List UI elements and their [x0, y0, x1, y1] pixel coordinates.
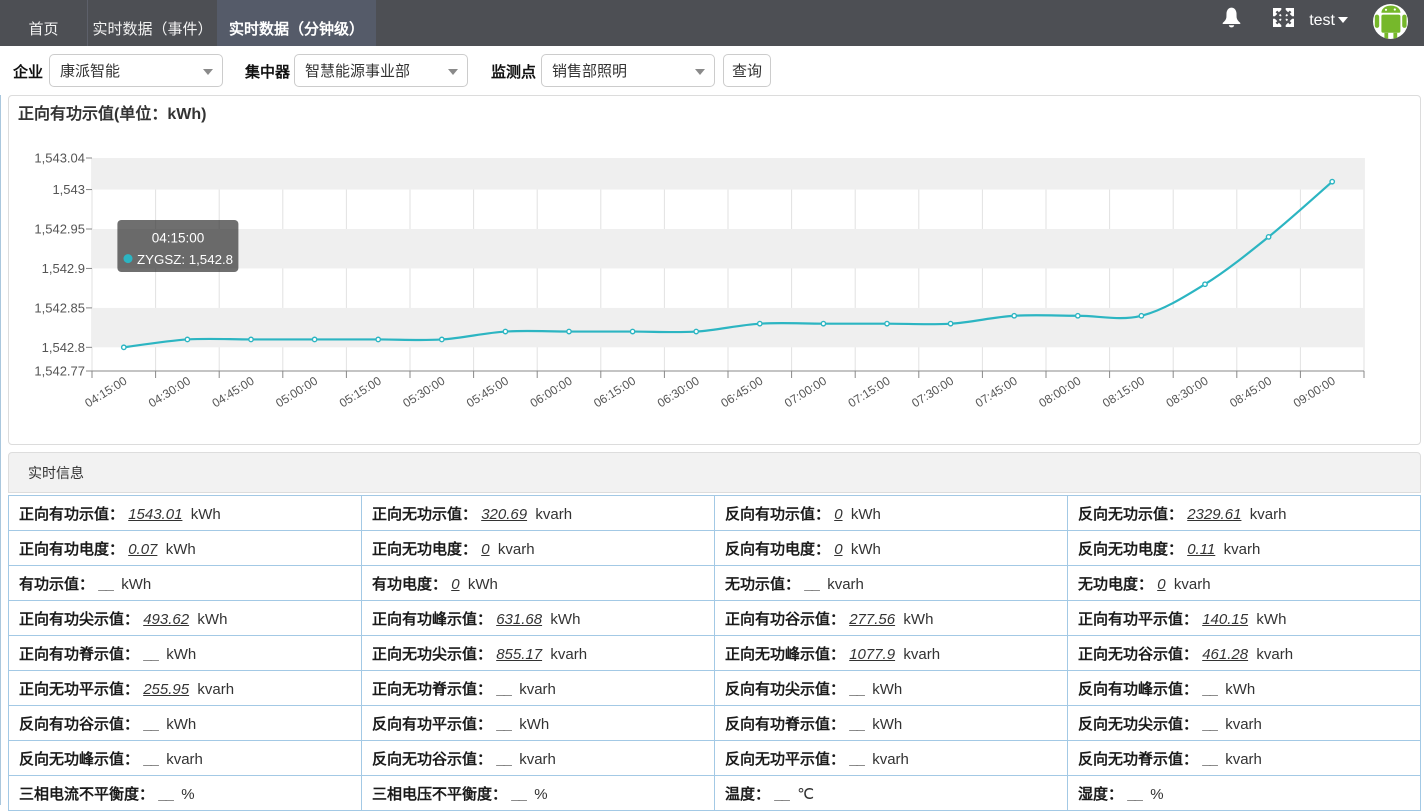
svg-text:07:00:00: 07:00:00	[782, 374, 829, 411]
svg-text:ZYGSZ: 1,542.8: ZYGSZ: 1,542.8	[137, 252, 233, 267]
svg-text:06:45:00: 06:45:00	[718, 374, 765, 411]
svg-text:1,543.04: 1,543.04	[34, 151, 85, 166]
svg-text:1,543: 1,543	[52, 182, 85, 197]
svg-text:08:15:00: 08:15:00	[1100, 374, 1147, 411]
svg-text:06:00:00: 06:00:00	[528, 374, 575, 411]
svg-text:09:00:00: 09:00:00	[1291, 374, 1338, 411]
svg-text:07:15:00: 07:15:00	[846, 374, 893, 411]
svg-text:04:30:00: 04:30:00	[146, 374, 193, 411]
svg-text:1,542.85: 1,542.85	[34, 300, 85, 315]
svg-text:05:15:00: 05:15:00	[337, 374, 384, 411]
svg-text:08:30:00: 08:30:00	[1164, 374, 1211, 411]
svg-text:05:30:00: 05:30:00	[400, 374, 447, 411]
svg-text:08:00:00: 08:00:00	[1036, 374, 1083, 411]
svg-text:07:30:00: 07:30:00	[909, 374, 956, 411]
svg-text:05:00:00: 05:00:00	[273, 374, 320, 411]
svg-text:06:15:00: 06:15:00	[591, 374, 638, 411]
svg-text:06:30:00: 06:30:00	[655, 374, 702, 411]
svg-text:05:45:00: 05:45:00	[464, 374, 511, 411]
svg-text:1,542.77: 1,542.77	[34, 364, 85, 379]
svg-text:1,542.9: 1,542.9	[42, 261, 85, 276]
svg-text:04:15:00: 04:15:00	[152, 231, 205, 246]
svg-text:04:45:00: 04:45:00	[210, 374, 257, 411]
svg-text:08:45:00: 08:45:00	[1227, 374, 1274, 411]
svg-text:1,542.95: 1,542.95	[34, 222, 85, 237]
svg-text:07:45:00: 07:45:00	[973, 374, 1020, 411]
svg-text:1,542.8: 1,542.8	[42, 340, 85, 355]
svg-text:04:15:00: 04:15:00	[82, 374, 129, 411]
